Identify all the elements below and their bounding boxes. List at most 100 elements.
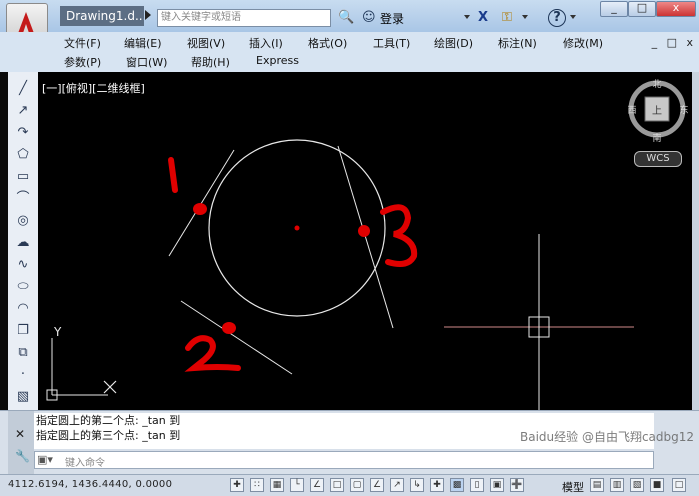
object-snap-icon[interactable]: □ bbox=[330, 478, 344, 492]
make-block-tool-icon[interactable]: ⧉ bbox=[13, 344, 33, 362]
compass-west-label[interactable]: 西 bbox=[627, 105, 636, 116]
polar-tracking-icon[interactable]: ∠ bbox=[310, 478, 324, 492]
menu-format[interactable]: 格式(O) bbox=[308, 35, 347, 51]
rectangle-tool-icon[interactable]: ▭ bbox=[13, 168, 33, 186]
maximize-button[interactable]: □ bbox=[628, 1, 656, 17]
hatch-tool-icon[interactable]: ▧ bbox=[13, 388, 33, 406]
menu-view[interactable]: 视图(V) bbox=[187, 35, 225, 51]
quick-view-icon[interactable]: ▧ bbox=[630, 478, 644, 492]
tangent-point-3 bbox=[358, 225, 370, 237]
tangent-point-2 bbox=[222, 322, 236, 334]
ortho-mode-icon[interactable]: └ bbox=[290, 478, 304, 492]
quick-properties-icon[interactable]: ▯ bbox=[470, 478, 484, 492]
login-dropdown-icon[interactable] bbox=[464, 15, 470, 19]
compass-south-label[interactable]: 南 bbox=[652, 132, 661, 144]
menu-modify[interactable]: 修改(M) bbox=[563, 35, 603, 51]
infer-constraints-icon[interactable]: ✚ bbox=[230, 478, 244, 492]
layout-icon[interactable]: ▤ bbox=[590, 478, 604, 492]
status-bar: 4112.6194, 1436.4440, 0.0000 ✚ ∷ ▦ └ ∠ □… bbox=[0, 474, 699, 496]
command-input-placeholder: 键入命令 bbox=[65, 458, 105, 469]
lineweight-icon[interactable]: ✚ bbox=[430, 478, 444, 492]
mdi-restore-button[interactable]: □ bbox=[667, 36, 677, 49]
annotation-number-1 bbox=[168, 157, 178, 193]
menu-tools[interactable]: 工具(T) bbox=[373, 35, 410, 51]
grid-display-icon[interactable]: ▦ bbox=[270, 478, 284, 492]
command-history-line: 指定圆上的第二个点: _tan 到 bbox=[36, 414, 181, 427]
command-settings-wrench-icon[interactable]: 🔧 bbox=[15, 449, 30, 463]
search-input[interactable]: 键入关键字或短语 bbox=[157, 9, 331, 27]
annotation-monitor-icon[interactable]: ➕ bbox=[510, 478, 524, 492]
close-button[interactable]: x bbox=[656, 1, 696, 17]
help-button[interactable]: ? bbox=[548, 9, 566, 27]
selection-cycling-icon[interactable]: ▣ bbox=[490, 478, 504, 492]
mdi-window-controls: _ □ x bbox=[646, 36, 693, 49]
point-tool-icon[interactable]: · bbox=[13, 366, 33, 384]
viewport-scale-icon[interactable]: ■ bbox=[650, 478, 664, 492]
draw-toolbar: ╱ ↗ ↷ ⬠ ▭ ⌒ ◎ ☁ ∿ ⬭ ◠ ❐ ⧉ · ▧ bbox=[8, 72, 39, 410]
menu-help[interactable]: 帮助(H) bbox=[191, 54, 230, 70]
title-expand-arrow-icon[interactable] bbox=[145, 10, 151, 20]
ellipse-tool-icon[interactable]: ⬭ bbox=[13, 278, 33, 296]
snap-mode-icon[interactable]: ∷ bbox=[250, 478, 264, 492]
wcs-menu[interactable]: WCS bbox=[634, 151, 682, 167]
menu-draw[interactable]: 绘图(D) bbox=[434, 35, 473, 51]
circle-center-point bbox=[294, 225, 300, 231]
spline-tool-icon[interactable]: ∿ bbox=[13, 256, 33, 274]
login-button[interactable]: 登录 bbox=[380, 10, 404, 27]
menu-edit[interactable]: 编辑(E) bbox=[124, 35, 162, 51]
annotation-number-3 bbox=[380, 204, 418, 267]
lock-dropdown-icon[interactable] bbox=[522, 15, 528, 19]
compass-east-label[interactable]: 东 bbox=[679, 104, 688, 116]
menu-file[interactable]: 文件(F) bbox=[64, 35, 101, 51]
command-input[interactable]: ▣▾ 键入命令 bbox=[34, 451, 654, 469]
help-dropdown-icon[interactable] bbox=[570, 15, 576, 19]
lock-icon[interactable]: ⚿ bbox=[502, 9, 512, 27]
ellipse-arc-tool-icon[interactable]: ◠ bbox=[13, 300, 33, 318]
construction-line-tool-icon[interactable]: ↗ bbox=[13, 102, 33, 120]
menu-insert[interactable]: 插入(I) bbox=[249, 35, 283, 51]
menu-parametric[interactable]: 参数(P) bbox=[64, 54, 101, 70]
tangent-line-1[interactable] bbox=[168, 149, 235, 257]
clean-screen-icon[interactable]: □ bbox=[672, 478, 686, 492]
transparency-icon[interactable]: ▩ bbox=[450, 478, 464, 492]
command-close-icon[interactable]: ✕ bbox=[15, 427, 25, 441]
arc-tool-icon[interactable]: ⌒ bbox=[13, 190, 33, 208]
ucs-y-label: Y bbox=[53, 325, 62, 339]
binoculars-icon[interactable]: 🔍 bbox=[338, 9, 354, 27]
drawing-area[interactable]: Y 上 北 南 东 西 bbox=[38, 72, 692, 410]
compass-north-label[interactable]: 北 bbox=[652, 79, 661, 90]
menu-window[interactable]: 窗口(W) bbox=[126, 54, 167, 70]
dynamic-ucs-icon[interactable]: ↗ bbox=[390, 478, 404, 492]
title-bar: Drawing1.d... 键入关键字或短语 🔍 ☺ 登录 X ⚿ ? _ □ … bbox=[0, 0, 699, 49]
vertical-scrollbar[interactable] bbox=[692, 72, 699, 410]
polygon-tool-icon[interactable]: ⬠ bbox=[13, 146, 33, 164]
3d-object-snap-icon[interactable]: ▢ bbox=[350, 478, 364, 492]
line-tool-icon[interactable]: ╱ bbox=[13, 80, 33, 98]
annotation-number-2 bbox=[184, 335, 241, 372]
viewport-controls-label[interactable]: [一][俯视][二维线框] bbox=[42, 80, 145, 96]
tangent-point-1 bbox=[193, 203, 207, 215]
mdi-minimize-button[interactable]: _ bbox=[652, 36, 658, 49]
insert-block-tool-icon[interactable]: ❐ bbox=[13, 322, 33, 340]
ucs-x-label-icon bbox=[103, 380, 117, 394]
menu-dimension[interactable]: 标注(N) bbox=[498, 35, 537, 51]
layout2-icon[interactable]: ▥ bbox=[610, 478, 624, 492]
revision-cloud-tool-icon[interactable]: ☁ bbox=[13, 234, 33, 252]
viewcube-center-label: 上 bbox=[652, 105, 662, 117]
exchange-x-icon[interactable]: X bbox=[478, 9, 488, 27]
baidu-watermark: Baidu经验 @自由飞翔cadbg12 bbox=[520, 430, 695, 444]
command-prompt-icon[interactable]: ▣▾ bbox=[37, 453, 53, 466]
object-snap-tracking-icon[interactable]: ∠ bbox=[370, 478, 384, 492]
circle-tool-icon[interactable]: ◎ bbox=[13, 212, 33, 230]
command-window-handle[interactable]: ✕ 🔧 bbox=[8, 411, 34, 475]
mdi-close-button[interactable]: x bbox=[686, 36, 693, 49]
user-icon[interactable]: ☺ bbox=[362, 9, 376, 27]
menu-bar: 文件(F) 编辑(E) 视图(V) 插入(I) 格式(O) 工具(T) 绘图(D… bbox=[0, 32, 699, 72]
polyline-tool-icon[interactable]: ↷ bbox=[13, 124, 33, 142]
menu-express[interactable]: Express bbox=[256, 54, 299, 67]
cursor-coordinates: 4112.6194, 1436.4440, 0.0000 bbox=[8, 479, 173, 490]
dynamic-input-icon[interactable]: ↳ bbox=[410, 478, 424, 492]
minimize-button[interactable]: _ bbox=[600, 1, 628, 17]
drawing-canvas[interactable]: Y 上 北 南 东 西 [一][俯视][二维线框] WCS bbox=[38, 72, 699, 410]
model-space-button[interactable]: 模型 bbox=[562, 479, 584, 495]
